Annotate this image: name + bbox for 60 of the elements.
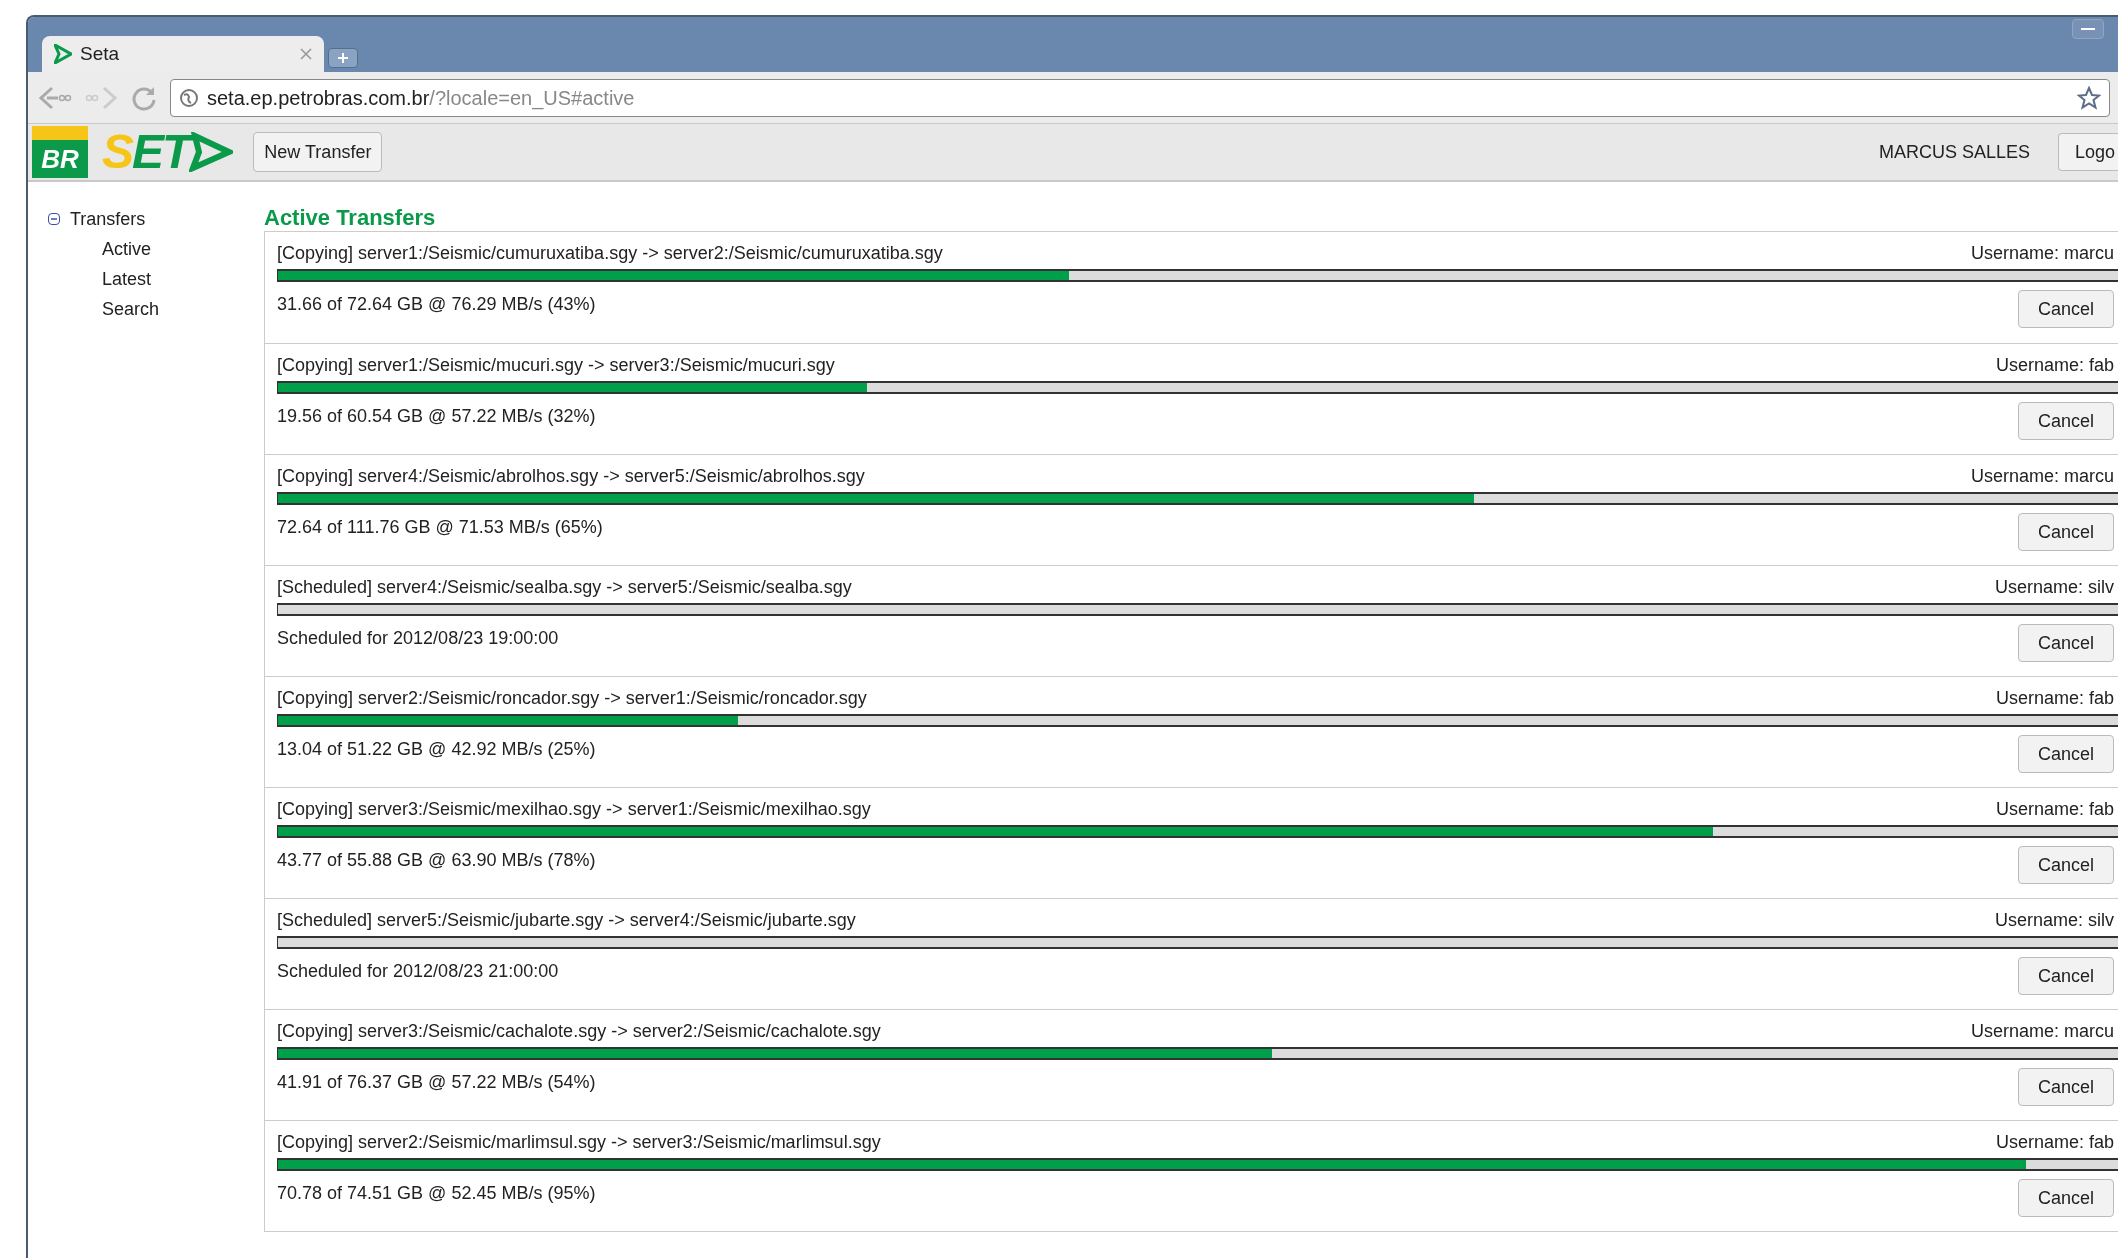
close-icon[interactable] [300, 48, 312, 60]
browser-tab[interactable]: Seta [42, 36, 324, 72]
cancel-button[interactable]: Cancel [2018, 957, 2114, 995]
username-label: Username: marcu [1970, 241, 2114, 265]
transfer-status: 19.56 of 60.54 GB @ 57.22 MB/s (32%) [277, 405, 596, 428]
transfer-title: [Scheduled] server4:/Seismic/sealba.sgy -> server5:/Seismic/sealba.sgy [277, 575, 852, 599]
cancel-button[interactable]: Cancel [2018, 624, 2114, 662]
globe-icon [179, 87, 199, 108]
username-label: Username: fab [1995, 353, 2114, 377]
address-bar[interactable]: seta.ep.petrobras.com.br/?locale=en_US#active [170, 78, 2110, 117]
tree-item[interactable]: Latest [102, 266, 152, 292]
logout-button[interactable]: Logo [2058, 133, 2118, 171]
transfer-status: 43.77 of 55.88 GB @ 63.90 MB/s (78%) [277, 849, 596, 872]
transfer-title: [Copying] server3:/Seismic/mexilhao.sgy -> server1:/Seismic/mexilhao.sgy [277, 797, 871, 821]
transfer-status: Scheduled for 2012/08/23 21:00:00 [277, 960, 559, 983]
username-label: Username: fab [1995, 797, 2114, 821]
plus-icon [337, 52, 349, 64]
transfer-title: [Copying] server1:/Seismic/mucuri.sgy -> server3:/Seismic/mucuri.sgy [277, 353, 835, 377]
minimize-icon [2081, 27, 2095, 31]
transfer-status: 70.78 of 74.51 GB @ 52.45 MB/s (95%) [277, 1182, 596, 1205]
cancel-button[interactable]: Cancel [2018, 1068, 2114, 1106]
arrow-logo-icon [54, 44, 72, 64]
collapse-icon[interactable] [48, 213, 60, 225]
transfer-status: 72.64 of 111.76 GB @ 71.53 MB/s (65%) [277, 516, 603, 539]
transfer-status: Scheduled for 2012/08/23 19:00:00 [277, 627, 559, 650]
new-tab-button[interactable] [328, 48, 358, 68]
cancel-button[interactable]: Cancel [2018, 1179, 2114, 1217]
cancel-button[interactable]: Cancel [2018, 846, 2114, 884]
seta-logo: SET [102, 126, 234, 178]
cancel-button[interactable]: Cancel [2018, 290, 2114, 328]
username-label: Username: silv [1994, 575, 2114, 599]
cancel-button[interactable]: Cancel [2018, 513, 2114, 551]
star-icon[interactable] [2077, 85, 2101, 110]
transfer-status: 13.04 of 51.22 GB @ 42.92 MB/s (25%) [277, 738, 596, 761]
transfer-status: 31.66 of 72.64 GB @ 76.29 MB/s (43%) [277, 293, 596, 316]
tab-title: Seta [80, 41, 120, 66]
new-transfer-button[interactable]: New Transfer [253, 132, 383, 172]
page-heading: Active Transfers [264, 204, 437, 231]
tree-item[interactable]: Search [102, 296, 160, 322]
transfer-title: [Copying] server3:/Seismic/cachalote.sgy -> server2:/Seismic/cachalote.sgy [277, 1019, 881, 1043]
user-name: MARCUS SALLES [1878, 140, 2030, 164]
transfer-status: 41.91 of 76.37 GB @ 57.22 MB/s (54%) [277, 1071, 596, 1094]
transfer-title: [Copying] server2:/Seismic/marlimsul.sgy -> server3:/Seismic/marlimsul.sgy [277, 1130, 881, 1154]
back-icon[interactable] [38, 84, 72, 111]
minimize-button[interactable] [2072, 19, 2104, 39]
cancel-button[interactable]: Cancel [2018, 402, 2114, 440]
transfer-title: [Copying] server2:/Seismic/roncador.sgy -> server1:/Seismic/roncador.sgy [277, 686, 867, 710]
username-label: Username: silv [1994, 908, 2114, 932]
transfer-title: [Copying] server1:/Seismic/cumuruxatiba.sgy -> server2:/Seismic/cumuruxatiba.sgy [277, 241, 943, 265]
username-label: Username: fab [1995, 1130, 2114, 1154]
tree-item[interactable]: Active [102, 236, 152, 262]
transfer-title: [Copying] server4:/Seismic/abrolhos.sgy -> server5:/Seismic/abrolhos.sgy [277, 464, 865, 488]
cancel-button[interactable]: Cancel [2018, 735, 2114, 773]
transfer-title: [Scheduled] server5:/Seismic/jubarte.sgy -> server4:/Seismic/jubarte.sgy [277, 908, 856, 932]
username-label: Username: fab [1995, 686, 2114, 710]
tree-item[interactable]: Transfers [70, 205, 146, 233]
username-label: Username: marcu [1970, 1019, 2114, 1043]
username-label: Username: marcu [1970, 464, 2114, 488]
url-text: seta.ep.petrobras.com.br/?locale=en_US#active [207, 85, 635, 112]
br-logo: BR [32, 126, 88, 178]
